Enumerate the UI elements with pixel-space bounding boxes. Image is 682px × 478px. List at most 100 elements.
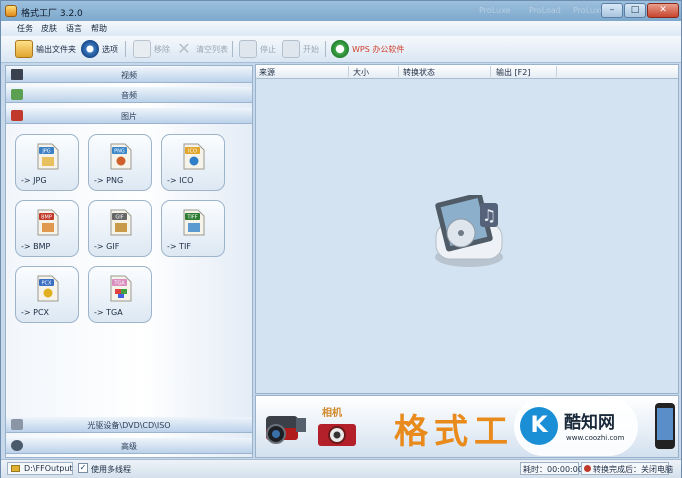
format-badge-text: ICO xyxy=(188,149,197,155)
format-label: -> PNG xyxy=(94,176,124,185)
category-advanced-label: 高级 xyxy=(121,442,137,451)
format-label: -> ICO xyxy=(167,176,194,185)
watermark-bubble: K 酷知网 www.coozhi.com xyxy=(514,398,638,456)
camcorder-icon xyxy=(266,416,306,444)
multithread-checkbox[interactable]: ✓ xyxy=(78,463,88,473)
format-label: -> JPG xyxy=(21,176,47,185)
remove-button[interactable]: 移除 xyxy=(133,39,170,59)
jpg-file-icon: JPG xyxy=(37,143,59,170)
column-divider[interactable] xyxy=(490,66,491,77)
elapsed-time: 耗时：00:00:00 xyxy=(523,465,583,474)
format-tile-png[interactable]: PNG -> PNG xyxy=(88,134,152,191)
shutdown-icon xyxy=(584,465,591,472)
start-button[interactable]: 开始 xyxy=(282,39,319,59)
stop-label: 停止 xyxy=(260,44,276,54)
format-label: -> BMP xyxy=(21,242,51,251)
format-badge-text: PCX xyxy=(42,281,53,287)
close-button[interactable]: ✕ xyxy=(647,3,679,18)
output-folder-label: 输出文件夹 xyxy=(36,44,76,54)
maximize-button[interactable]: □ xyxy=(624,3,646,18)
watermark-name: 酷知网 xyxy=(564,413,615,433)
task-list-panel[interactable]: 来源 大小 转换状态 输出 [F2] ♫ xyxy=(255,64,679,394)
start-label: 开始 xyxy=(303,44,319,54)
category-image[interactable]: 图片 xyxy=(6,108,252,124)
format-tile-bmp[interactable]: BMP -> BMP xyxy=(15,200,79,257)
category-video-label: 视频 xyxy=(121,71,137,80)
menu-help[interactable]: 帮助 xyxy=(91,23,107,34)
format-factory-logo-icon: ♫ xyxy=(435,195,503,267)
category-rom-device[interactable]: 光驱设备\DVD\CD\ISO xyxy=(6,417,252,433)
format-badge-text: JPG xyxy=(41,149,50,155)
camera-caption: 相机 xyxy=(322,408,342,419)
column-divider[interactable] xyxy=(398,66,399,77)
clear-x-icon: ✕ xyxy=(177,39,191,58)
category-video[interactable]: 视频 xyxy=(6,67,252,83)
app-logo-icon xyxy=(5,5,17,17)
toolbar: 输出文件夹 选项 移除 ✕ 清空列表 停止 开始 WPS 办公软件 xyxy=(1,36,681,63)
after-convert-action: 转换完成后：关闭电脑 xyxy=(593,465,673,474)
column-divider[interactable] xyxy=(556,66,557,77)
status-bar: D:\FFOutput ✓ 使用多线程 耗时：00:00:00 转换完成后：关闭… xyxy=(1,459,681,478)
watermark-logo-icon: K xyxy=(520,407,558,445)
menu-task[interactable]: 任务 xyxy=(17,23,33,34)
format-tile-gif[interactable]: GIF -> GIF xyxy=(88,200,152,257)
format-label: -> PCX xyxy=(21,308,50,317)
format-label: -> TIF xyxy=(167,242,191,251)
category-rom-label: 光驱设备\DVD\CD\ISO xyxy=(87,421,171,430)
title-bar[interactable]: 格式工厂 3.2.0 ProLuxe ProLoad ProLuxe – □ ✕ xyxy=(1,1,681,21)
format-badge-text: BMP xyxy=(41,215,52,221)
toolbar-separator xyxy=(325,41,326,57)
wps-office-button[interactable]: WPS 办公软件 xyxy=(331,39,404,59)
bmp-file-icon: BMP xyxy=(37,209,59,236)
category-audio-label: 音频 xyxy=(121,91,137,100)
remove-icon xyxy=(133,40,151,58)
wps-office-label: WPS 办公软件 xyxy=(352,44,405,54)
format-badge-text: PNG xyxy=(114,149,125,155)
multithread-label: 使用多线程 xyxy=(91,465,131,474)
column-status[interactable]: 转换状态 xyxy=(403,67,435,78)
svg-text:♫: ♫ xyxy=(482,206,496,225)
menu-language[interactable]: 语言 xyxy=(66,23,82,34)
column-divider[interactable] xyxy=(348,66,349,77)
column-output[interactable]: 输出 [F2] xyxy=(496,67,530,78)
format-tile-pcx[interactable]: PCX -> PCX xyxy=(15,266,79,323)
format-tile-ico[interactable]: ICO -> ICO xyxy=(161,134,225,191)
column-source[interactable]: 来源 xyxy=(259,67,275,78)
window-title: 格式工厂 3.2.0 xyxy=(21,9,83,19)
menu-skin[interactable]: 皮肤 xyxy=(41,23,57,34)
format-tile-tif[interactable]: TIFF -> TIF xyxy=(161,200,225,257)
task-list-header: 来源 大小 转换状态 输出 [F2] xyxy=(256,65,678,79)
column-size[interactable]: 大小 xyxy=(353,67,369,78)
app-window: 格式工厂 3.2.0 ProLuxe ProLoad ProLuxe – □ ✕… xyxy=(0,0,682,478)
menu-bar: 任务 皮肤 语言 帮助 xyxy=(1,21,681,36)
tga-file-icon: TGA xyxy=(110,275,132,302)
folder-icon xyxy=(15,40,33,58)
category-advanced[interactable]: 高级 xyxy=(6,438,252,454)
format-tile-tga[interactable]: TGA -> TGA xyxy=(88,266,152,323)
start-icon xyxy=(282,40,300,58)
options-label: 选项 xyxy=(102,44,118,54)
format-badge-text: GIF xyxy=(115,215,123,221)
phone-icon xyxy=(655,403,675,449)
stop-button[interactable]: 停止 xyxy=(239,39,276,59)
minimize-button[interactable]: – xyxy=(601,3,623,18)
output-folder-icon xyxy=(11,465,20,472)
ad-banner[interactable]: 相机 格式工 K 酷知网 www.coozhi.com xyxy=(255,395,679,458)
clear-list-button[interactable]: ✕ 清空列表 xyxy=(175,39,228,59)
ghost-tab-2: ProLoad xyxy=(529,6,561,15)
clear-list-label: 清空列表 xyxy=(196,44,228,54)
category-audio[interactable]: 音频 xyxy=(6,87,252,103)
category-panel: 视频 音频 图片 JPG -> JPG PNG -> PNG ICO -> IC… xyxy=(5,65,253,458)
pcx-file-icon: PCX xyxy=(37,275,59,302)
toolbar-separator xyxy=(125,41,126,57)
ghost-tab-1: ProLuxe xyxy=(479,6,511,15)
output-folder-button[interactable]: 输出文件夹 xyxy=(15,39,76,59)
format-tile-jpg[interactable]: JPG -> JPG xyxy=(15,134,79,191)
ghost-tab-3: ProLuxe xyxy=(573,6,605,15)
tiff-file-icon: TIFF xyxy=(183,209,205,236)
wps-logo-icon xyxy=(331,40,349,58)
options-button[interactable]: 选项 xyxy=(81,39,118,59)
ico-file-icon: ICO xyxy=(183,143,205,170)
toolbar-separator xyxy=(232,41,233,57)
remove-label: 移除 xyxy=(154,44,170,54)
